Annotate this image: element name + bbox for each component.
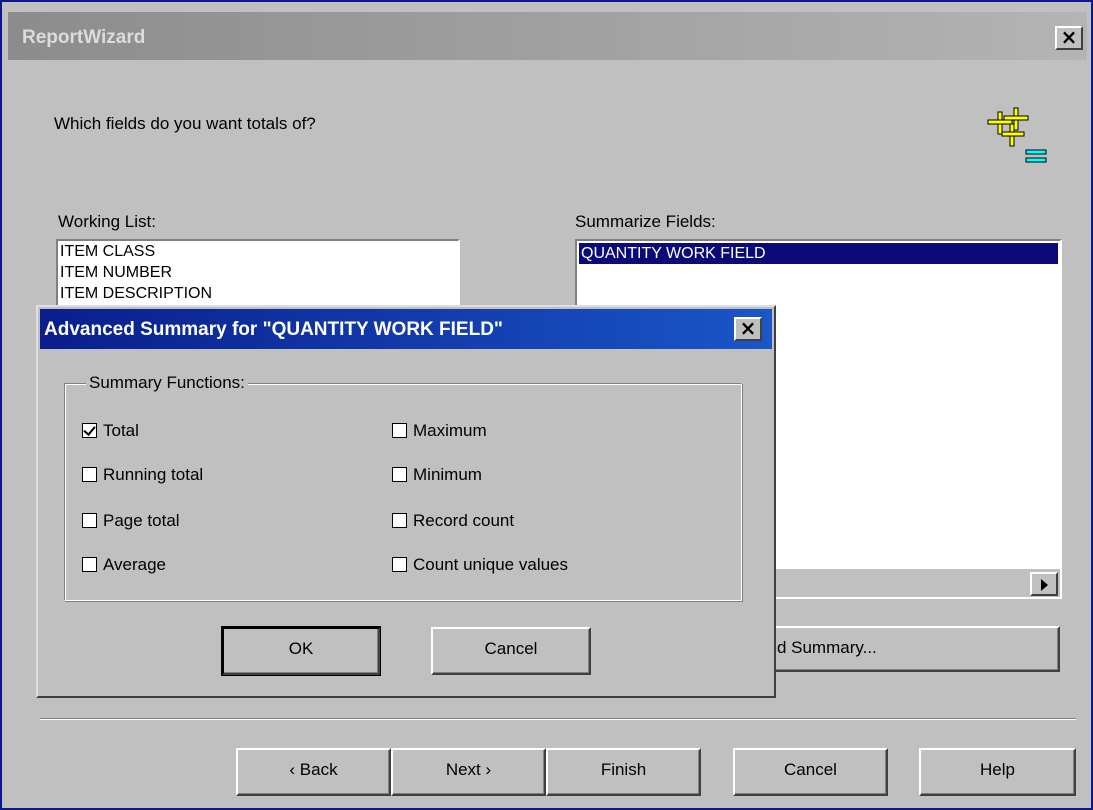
divider [40, 718, 1076, 720]
ok-button[interactable]: OK [221, 626, 381, 676]
checkbox-count-unique-values[interactable]: Count unique values [392, 555, 568, 575]
summary-sigma-icon [987, 107, 1047, 163]
checkbox-icon[interactable] [82, 467, 97, 482]
checkbox-label: Record count [413, 511, 515, 530]
finish-button[interactable]: Finish [546, 748, 701, 796]
close-icon: × [1060, 25, 1078, 49]
dialog-titlebar[interactable]: Advanced Summary for "QUANTITY WORK FIEL… [40, 309, 772, 349]
working-list-label: Working List: [58, 212, 156, 231]
checkbox-label: Average [103, 555, 167, 574]
list-item-selected[interactable]: QUANTITY WORK FIELD [579, 243, 1058, 264]
list-item[interactable]: ITEM CLASS [58, 241, 458, 262]
checkbox-icon[interactable] [392, 467, 407, 482]
checkbox-label: Count unique values [413, 555, 569, 574]
wizard-close-button[interactable]: × [1055, 26, 1083, 50]
checkbox-label: Running total [103, 465, 204, 484]
cancel-button[interactable]: Cancel [733, 748, 888, 796]
checkbox-record-count[interactable]: Record count [392, 511, 514, 531]
checkbox-minimum[interactable]: Minimum [392, 465, 482, 485]
dialog-title: Advanced Summary for "QUANTITY WORK FIEL… [44, 319, 503, 340]
checkbox-label: Minimum [413, 465, 482, 484]
wizard-question: Which fields do you want totals of? [54, 114, 316, 133]
back-button[interactable]: ‹ Back [236, 748, 391, 796]
summary-functions-label: Summary Functions: [86, 373, 248, 393]
list-item[interactable]: ITEM DESCRIPTION [58, 283, 458, 304]
advanced-summary-dialog: Advanced Summary for "QUANTITY WORK FIEL… [36, 305, 776, 698]
wizard-titlebar[interactable]: ReportWizard × [8, 12, 1087, 60]
help-button[interactable]: Help [919, 748, 1076, 796]
checkbox-icon[interactable] [82, 557, 97, 572]
checkbox-label: Maximum [413, 421, 487, 440]
advanced-summary-button[interactable]: ced Summary... [747, 626, 1060, 672]
dialog-close-button[interactable]: × [734, 317, 762, 341]
checkbox-page-total[interactable]: Page total [82, 511, 180, 531]
checkbox-average[interactable]: Average [82, 555, 166, 575]
checkbox-total[interactable]: Total [82, 421, 139, 441]
close-icon: × [739, 316, 757, 340]
wizard-title: ReportWizard [22, 27, 146, 48]
checkbox-label: Page total [103, 511, 180, 530]
checkbox-icon[interactable] [392, 513, 407, 528]
next-button[interactable]: Next › [391, 748, 546, 796]
checkbox-running-total[interactable]: Running total [82, 465, 203, 485]
scroll-right-arrow-icon[interactable] [1030, 572, 1058, 596]
dialog-cancel-button[interactable]: Cancel [431, 627, 591, 675]
checkbox-icon[interactable] [392, 423, 407, 438]
summarize-fields-label: Summarize Fields: [575, 212, 716, 231]
checkbox-icon[interactable] [392, 557, 407, 572]
list-item[interactable]: ITEM NUMBER [58, 262, 458, 283]
checkbox-icon[interactable] [82, 513, 97, 528]
checkbox-checked-icon[interactable] [82, 423, 97, 438]
checkbox-maximum[interactable]: Maximum [392, 421, 487, 441]
checkbox-label: Total [103, 421, 139, 440]
